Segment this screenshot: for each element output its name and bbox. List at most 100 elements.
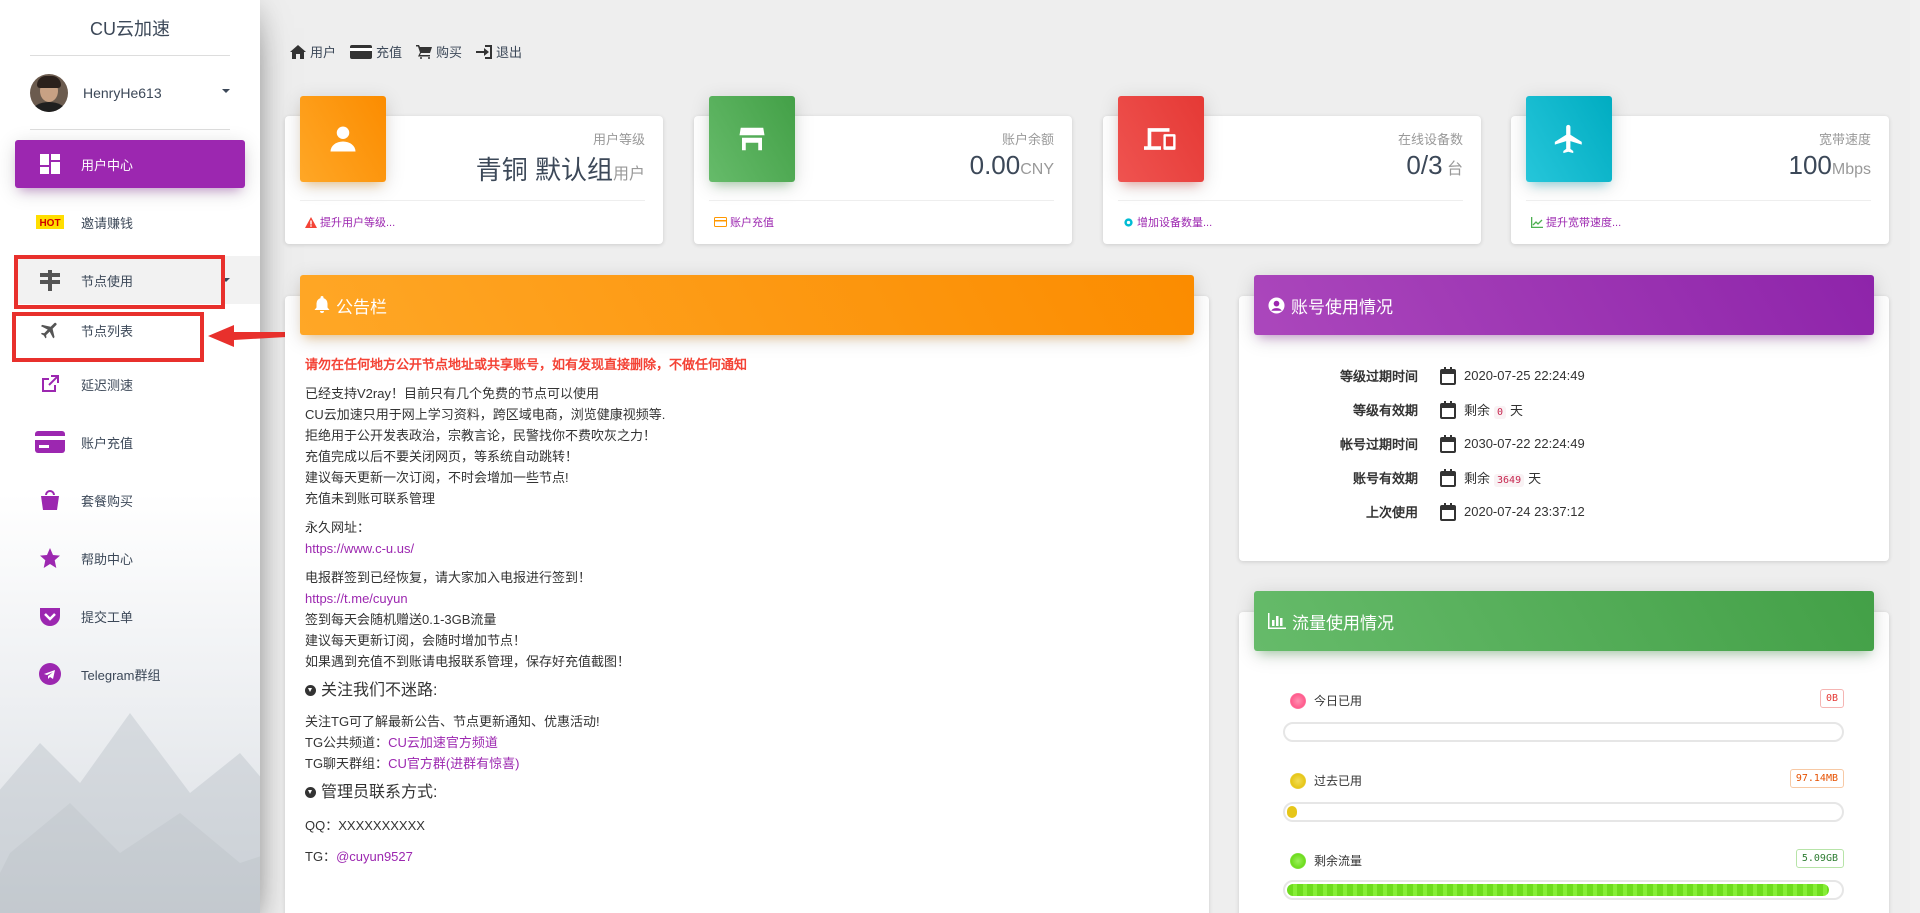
announcement-line: 充值未到账可联系管理 (305, 491, 436, 506)
avatar (30, 74, 68, 112)
announcement-header: 公告栏 (300, 275, 1194, 335)
calendar-icon (1440, 434, 1456, 453)
sidebar-item-ticket[interactable]: 提交工单 (15, 592, 245, 640)
stat-footer-link[interactable]: 账户充值 (714, 214, 774, 230)
calendar-icon (1440, 400, 1456, 419)
top-nav: 用户 充值 购买 退出 (290, 42, 522, 61)
stat-footer-link[interactable]: 提升用户等级... (305, 214, 395, 230)
hot-badge-icon: HOT (35, 210, 65, 234)
status-dot (1290, 852, 1306, 869)
pocket-icon (35, 604, 65, 628)
account-row-value: 剩余 3649 天 (1464, 471, 1542, 487)
sidebar-item-invite[interactable]: HOT 邀请赚钱 (15, 198, 245, 246)
traffic-value-badge: 97.14MB (1789, 769, 1844, 788)
account-row: 等级过期时间 2020-07-25 22:24:49 (1254, 366, 1585, 385)
traffic-value-badge: 0B (1819, 689, 1844, 708)
sidebar-item-purchase[interactable]: 套餐购买 (15, 476, 245, 524)
status-dot (1290, 772, 1306, 789)
stat-category: 账户余额 (1001, 132, 1054, 147)
sidebar-item-label: 延迟测速 (81, 377, 134, 393)
stat-footer-link[interactable]: 增加设备数量... (1123, 214, 1212, 230)
announcement-line: 电报群签到已经恢复，请大家加入电报进行签到！ (305, 570, 592, 585)
sidebar-item-label: 邀请赚钱 (81, 215, 134, 231)
channel-link[interactable]: CU云加速官方频道 (388, 735, 498, 750)
traffic-value-badge: 5.09GB (1795, 849, 1844, 868)
announcement-line: 签到每天会随机赠送0.1-3GB流量 (305, 612, 497, 627)
top-link-purchase[interactable]: 购买 (416, 42, 462, 61)
tg-contact-link[interactable]: @cuyun9527 (336, 849, 413, 864)
qq-line: QQ：XXXXXXXXXX (305, 818, 425, 833)
account-row-label: 等级过期时间 (1339, 369, 1418, 384)
chevron-circle-down-icon (305, 685, 316, 696)
account-header: 账号使用情况 (1254, 275, 1874, 335)
chevron-circle-down-icon (305, 787, 316, 798)
group-line: TG聊天群组：CU官方群(进群有惊喜) (305, 756, 520, 771)
sidebar-item-user-center[interactable]: 用户中心 (15, 140, 245, 188)
progress-fill (1287, 884, 1829, 896)
highlight-box-node-list (12, 312, 204, 362)
group-link[interactable]: CU官方群(进群有惊喜) (388, 756, 519, 771)
account-row-value: 剩余 0 天 (1464, 403, 1524, 419)
top-link-user[interactable]: 用户 (290, 42, 336, 61)
stat-card-balance: 账户余额 0.00CNY 账户充值 (694, 96, 1072, 244)
account-row-label: 等级有效期 (1352, 403, 1418, 418)
traffic-item-label: 今日已用 (1290, 692, 1362, 709)
top-link-logout[interactable]: 退出 (476, 42, 522, 61)
store-icon (709, 96, 795, 182)
sidebar-item-help[interactable]: 帮助中心 (15, 534, 245, 582)
warning-icon (305, 216, 317, 228)
account-row: 等级有效期 剩余 0 天 (1254, 400, 1523, 419)
account-title: 账号使用情况 (1291, 297, 1393, 317)
devices-icon (1118, 96, 1204, 182)
airplane-icon (1526, 96, 1612, 182)
credit-card-icon (350, 44, 373, 59)
telegram-icon (35, 662, 65, 686)
announcement-warning: 请勿在任何地方公开节点地址或共享账号，如有发现直接删除，不做任何通知 (305, 357, 748, 372)
sidebar-item-label: 账户充值 (81, 435, 134, 451)
top-link-label: 退出 (496, 45, 523, 60)
chevron-down-icon (222, 89, 230, 93)
top-link-label: 充值 (376, 45, 403, 60)
account-row: 账号有效期 剩余 3649 天 (1254, 468, 1541, 487)
top-link-recharge[interactable]: 充值 (350, 42, 402, 61)
telegram-url-link[interactable]: https://t.me/cuyun (305, 588, 1185, 609)
contact-heading: 管理员联系方式: (305, 782, 1185, 803)
calendar-icon (1440, 468, 1456, 487)
sidebar-item-latency-test[interactable]: 延迟测速 (15, 360, 245, 408)
home-icon (290, 44, 306, 59)
svg-text:HOT: HOT (39, 218, 60, 229)
status-dot (1290, 692, 1306, 709)
sidebar-item-telegram[interactable]: Telegram群组 (15, 650, 245, 698)
gear-icon (1124, 217, 1133, 227)
sidebar-item-recharge[interactable]: 账户充值 (15, 418, 245, 466)
chart-line-icon (1531, 216, 1543, 228)
account-row-label: 账号有效期 (1352, 471, 1418, 486)
sidebar-nav: 用户中心 HOT 邀请赚钱 节点使用 节点列表 延迟测速 账户充值 套餐购买 帮… (0, 140, 260, 698)
announcement-line: 如果遇到充值不到账请电报联系管理，保存好充值截图！ (305, 654, 631, 669)
page-scrollbar[interactable] (1910, 0, 1920, 913)
stat-category: 在线设备数 (1397, 132, 1463, 147)
stat-value: 0.00CNY (969, 150, 1054, 180)
brand-logo[interactable]: CU云加速 (0, 0, 260, 56)
sidebar-item-label: 帮助中心 (81, 551, 134, 567)
permanent-url-link[interactable]: https://www.c-u.us/ (305, 538, 1185, 559)
stat-card-bandwidth: 宽带速度 100Mbps 提升宽带速度... (1511, 96, 1889, 244)
announcement-line: 关注TG可了解最新公告、节点更新通知、优惠活动! (305, 714, 600, 729)
announcement-paragraph: 已经支持V2ray！目前只有几个免费的节点可以使用 CU云加速只用于网上学习资料… (305, 383, 1185, 509)
brand-name: CU云加速 (90, 19, 170, 39)
stat-footer-link[interactable]: 提升宽带速度... (1531, 214, 1621, 230)
traffic-item-label: 剩余流量 (1290, 852, 1362, 869)
announcement-line: 充值完成以后不要关闭网页，等系统自动跳转！ (305, 449, 579, 464)
permanent-url-block: 永久网址： https://www.c-u.us/ (305, 517, 1185, 559)
card-icon (714, 217, 727, 227)
stat-value: 青铜 默认组用户 (475, 155, 645, 185)
tg-line: TG：@cuyun9527 (305, 849, 413, 864)
progress-fill (1287, 806, 1297, 818)
bar-chart-icon (1268, 613, 1286, 629)
account-row-label: 上次使用 (1365, 505, 1418, 520)
announcement-title: 公告栏 (336, 297, 387, 317)
stat-value: 100Mbps (1788, 150, 1871, 180)
traffic-progress-bar (1283, 722, 1844, 742)
sign-out-icon (476, 44, 493, 59)
user-profile[interactable]: HenryHe613 (0, 56, 260, 130)
